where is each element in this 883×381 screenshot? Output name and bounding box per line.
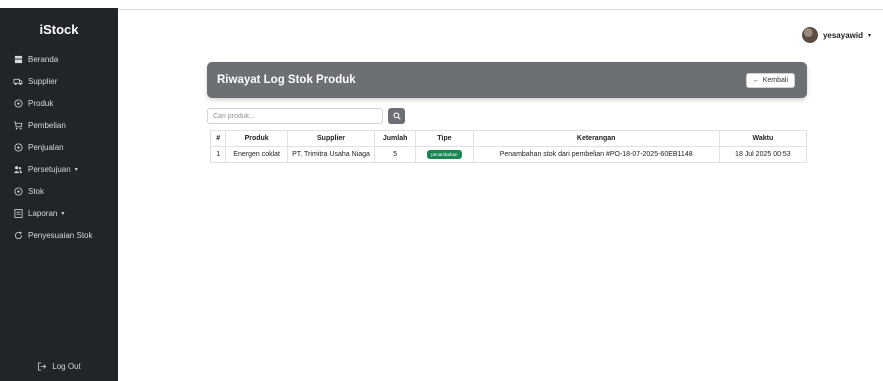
column-header-tipe: Tipe	[415, 130, 474, 147]
box-icon	[13, 186, 23, 196]
sidebar-item-supplier[interactable]: Supplier	[0, 70, 118, 92]
avatar	[801, 27, 818, 43]
sidebar-item-penjualan[interactable]: Penjualan	[0, 136, 118, 158]
status-badge: penambahan	[427, 150, 462, 159]
row-number: 1	[209, 146, 227, 163]
search-input[interactable]	[207, 108, 383, 124]
arrow-left-icon: ←	[752, 76, 760, 84]
sidebar-item-laporan[interactable]: Laporan ▾	[0, 202, 118, 224]
cell-produk: Energen coklat	[225, 146, 288, 163]
search-button[interactable]	[388, 108, 405, 124]
home-icon	[13, 54, 23, 64]
sidebar-item-stok[interactable]: Stok	[0, 180, 118, 202]
table-header-row: # Produk Supplier Jumlah Tipe Keterangan…	[209, 130, 808, 147]
username: yesayawid	[822, 30, 863, 40]
sidebar-item-penyesuaian-stok[interactable]: Penyesuaian Stok	[0, 224, 118, 246]
logout-icon	[37, 361, 47, 371]
column-header-supplier: Supplier	[286, 130, 376, 147]
column-header-waktu: Waktu	[718, 130, 808, 147]
column-header-jumlah: Jumlah	[374, 130, 417, 147]
sidebar-item-label: Stok	[28, 186, 45, 196]
top-navbar	[0, 0, 883, 10]
page-title: Riwayat Log Stok Produk	[217, 74, 356, 86]
chevron-down-icon: ▾	[867, 32, 871, 39]
sidebar-item-label: Penyesuaian Stok	[28, 230, 93, 240]
column-header-keterangan: Keterangan	[472, 130, 720, 147]
page-header-card: Riwayat Log Stok Produk ← Kembali	[207, 62, 807, 98]
tag-icon	[13, 142, 23, 152]
column-header-produk: Produk	[225, 130, 288, 147]
back-button[interactable]: ← Kembali	[745, 72, 795, 88]
report-icon	[13, 208, 23, 218]
cart-icon	[13, 120, 23, 130]
stock-log-table: # Produk Supplier Jumlah Tipe Keterangan…	[209, 130, 808, 163]
sidebar-item-label: Persetujuan	[28, 164, 71, 174]
cell-tipe: penambahan	[415, 146, 474, 163]
sidebar-item-beranda[interactable]: Beranda	[0, 48, 118, 70]
sidebar: iStock Beranda Supplier Produk Pembelian	[0, 8, 118, 381]
user-menu[interactable]: yesayawid ▾	[801, 27, 871, 43]
tag-icon	[13, 98, 23, 108]
cell-supplier: PT. Trimitra Usaha Niaga	[286, 146, 376, 163]
sidebar-item-persetujuan[interactable]: Persetujuan ▾	[0, 158, 118, 180]
sidebar-item-label: Pembelian	[28, 120, 66, 130]
cell-jumlah: 5	[374, 146, 417, 163]
sidebar-item-label: Supplier	[28, 76, 58, 86]
table-row: 1 Energen coklat PT. Trimitra Usaha Niag…	[209, 146, 808, 163]
logout-link[interactable]: Log Out	[0, 361, 118, 371]
sidebar-item-label: Beranda	[28, 54, 59, 64]
sidebar-item-label: Penjualan	[28, 142, 64, 152]
sidebar-item-pembelian[interactable]: Pembelian	[0, 114, 118, 136]
brand-logo[interactable]: iStock	[0, 22, 118, 37]
users-icon	[13, 164, 23, 174]
cell-keterangan: Penambahan stok dari pembelian #PO-18-07…	[472, 146, 720, 163]
sidebar-item-label: Laporan	[28, 208, 58, 218]
back-button-label: Kembali	[762, 76, 788, 84]
refresh-icon	[13, 230, 23, 240]
sidebar-item-produk[interactable]: Produk	[0, 92, 118, 114]
search-icon	[392, 112, 401, 120]
sidebar-item-label: Produk	[28, 98, 54, 108]
cell-waktu: 18 Jul 2025 00:53	[718, 146, 808, 163]
search-bar	[207, 108, 405, 124]
chevron-down-icon: ▾	[61, 210, 65, 217]
chevron-down-icon: ▾	[74, 166, 78, 173]
truck-icon	[13, 76, 23, 86]
logout-label: Log Out	[52, 361, 81, 371]
column-header-number: #	[209, 130, 227, 147]
sidebar-nav: Beranda Supplier Produk Pembelian Penjua…	[0, 48, 118, 246]
